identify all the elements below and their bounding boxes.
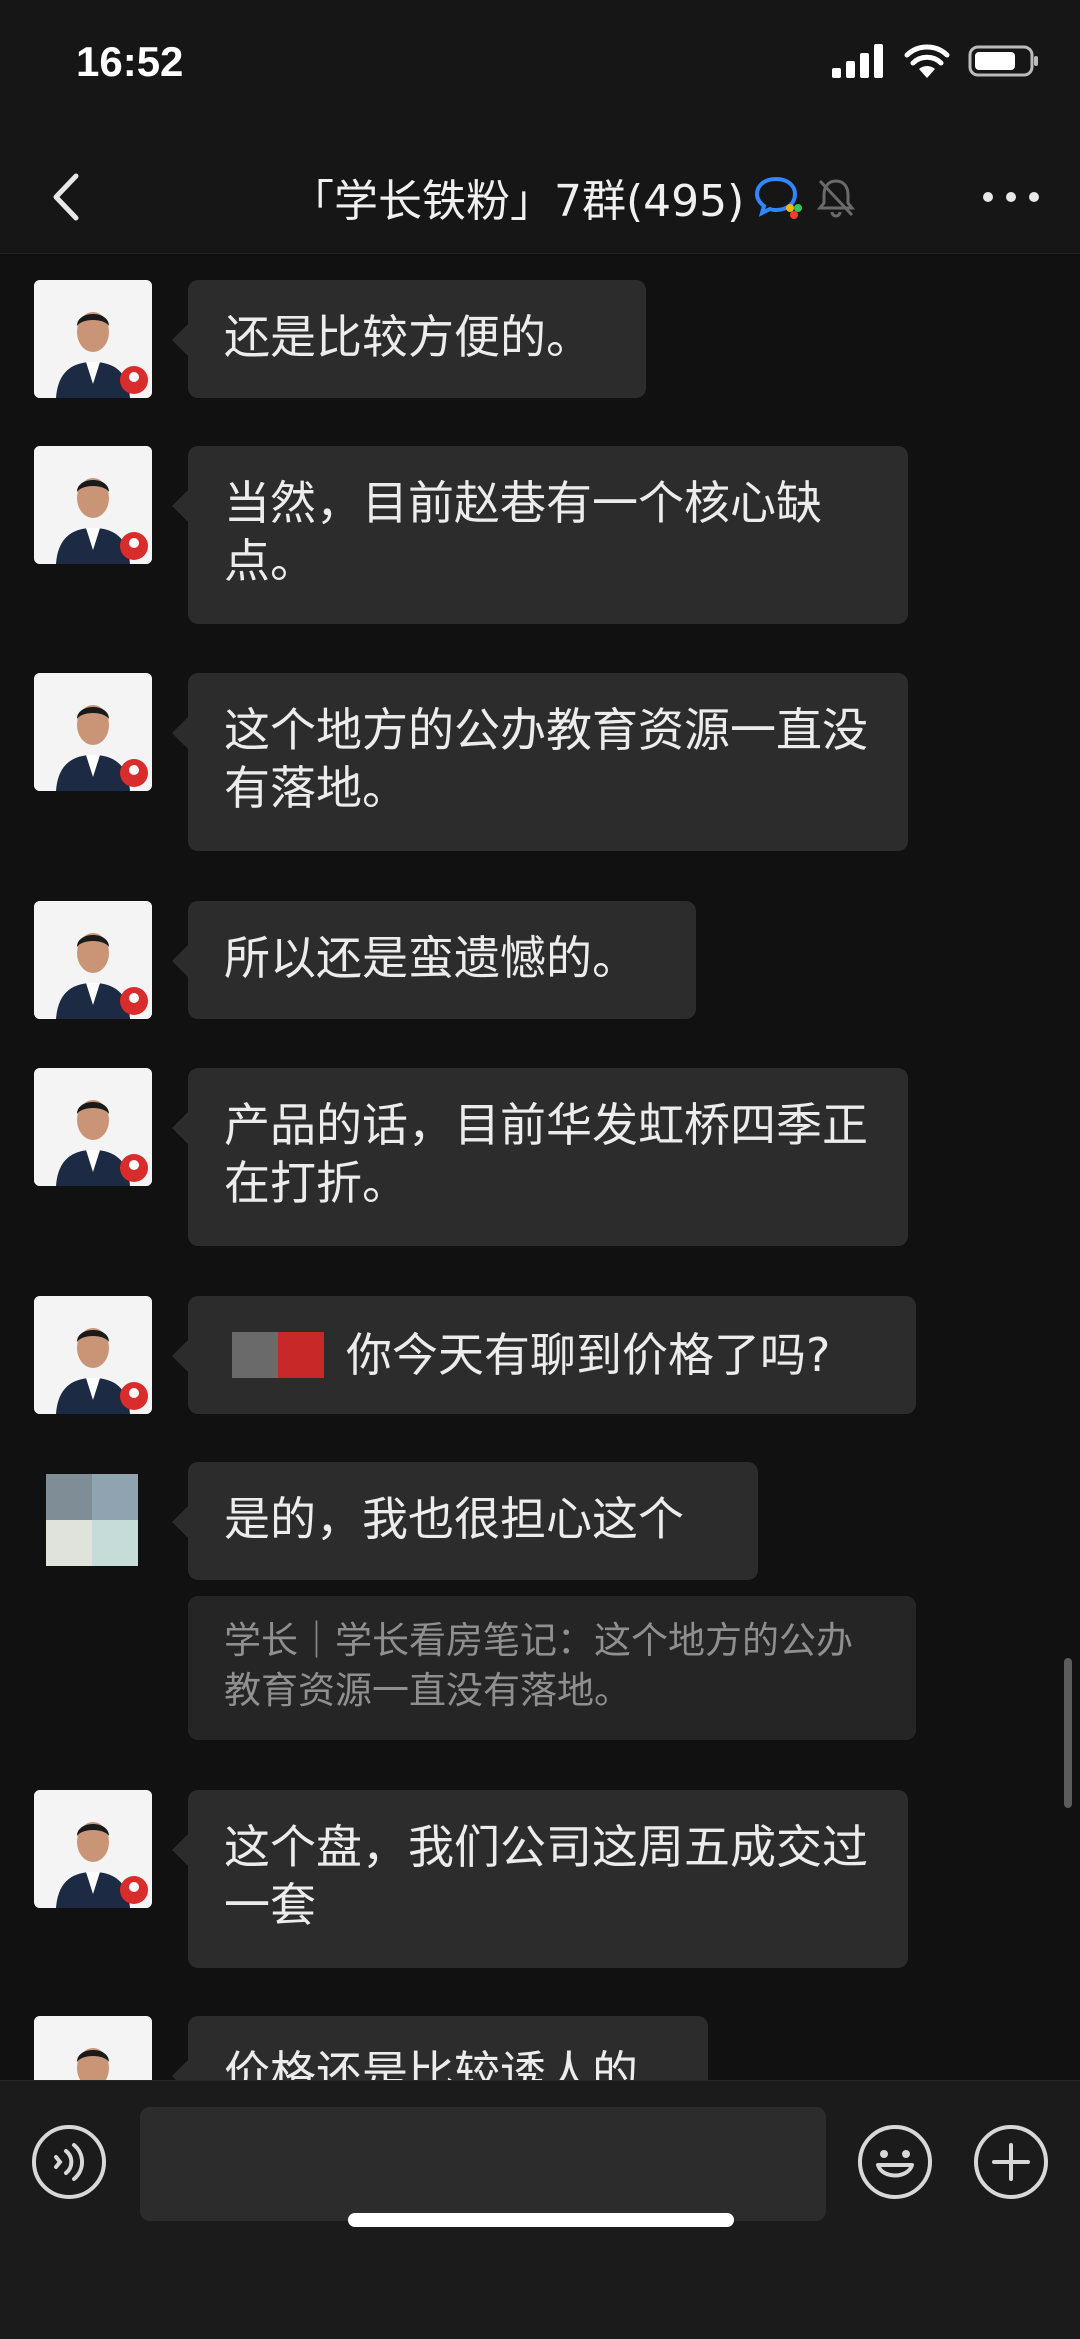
avatar[interactable] (34, 1462, 152, 1580)
scroll-indicator[interactable] (1064, 1658, 1072, 1808)
message-bubble[interactable]: 产品的话，目前华发虹桥四季正在打折。 (172, 1068, 908, 1246)
message-bubble[interactable]: 这个盘，我们公司这周五成交过一套 (172, 1790, 908, 1968)
message-text: 价格还是比较诱人的 (224, 2046, 638, 2080)
chat-header: 「学长铁粉」7群(495) (0, 140, 1080, 254)
mute-bell-icon (817, 179, 856, 218)
emoji-icon[interactable] (856, 2123, 934, 2201)
avatar[interactable] (34, 1068, 152, 1186)
chat-title: 「学长铁粉」7群(495) (290, 176, 745, 227)
plus-icon[interactable] (972, 2123, 1050, 2201)
avatar[interactable] (34, 2016, 152, 2080)
redacted-mention (232, 1332, 324, 1378)
more-options-icon[interactable] (976, 164, 1046, 230)
avatar[interactable] (34, 901, 152, 1019)
message-bubble[interactable]: 是的，我也很担心这个 (172, 1462, 758, 1580)
message-text: 这个盘，我们公司这周五成交过一套 (224, 1820, 868, 1932)
voice-input-icon[interactable] (30, 2123, 108, 2201)
avatar[interactable] (34, 280, 152, 398)
avatar[interactable] (34, 446, 152, 564)
status-icons (832, 44, 1040, 78)
home-indicator (348, 2213, 734, 2227)
message-text: 这个地方的公办教育资源一直没有落地。 (224, 703, 868, 815)
message-text: 产品的话，目前华发虹桥四季正在打折。 (224, 1098, 868, 1210)
message-input[interactable] (140, 2107, 826, 2221)
message-bubble[interactable]: 价格还是比较诱人的 (172, 2016, 708, 2080)
message-bubble[interactable]: 还是比较方便的。 (172, 280, 646, 398)
message-text: 是的，我也很担心这个 (224, 1492, 684, 1546)
status-time: 16:52 (76, 38, 184, 85)
message-bubble[interactable]: 当然，目前赵巷有一个核心缺点。 (172, 446, 908, 624)
input-bar (0, 2080, 1080, 2339)
battery-icon (968, 45, 1038, 77)
avatar[interactable] (34, 1296, 152, 1414)
chat-title-group[interactable]: 「学长铁粉」7群(495) (290, 164, 858, 230)
quoted-message[interactable]: 学长｜学长看房笔记：这个地方的公办教育资源一直没有落地。 (188, 1596, 916, 1740)
message-text: 当然，目前赵巷有一个核心缺点。 (224, 476, 822, 588)
message-bubble[interactable]: 你今天有聊到价格了吗? (172, 1296, 916, 1414)
message-text: 所以还是蛮遗憾的。 (224, 931, 638, 985)
message-text: 还是比较方便的。 (224, 310, 592, 364)
avatar[interactable] (34, 1790, 152, 1908)
message-text: 你今天有聊到价格了吗? (346, 1328, 831, 1382)
enterprise-chat-icon (755, 176, 803, 219)
wifi-icon (904, 44, 950, 78)
back-arrow-icon[interactable] (40, 164, 100, 230)
message-bubble[interactable]: 所以还是蛮遗憾的。 (172, 901, 696, 1019)
quoted-text: 学长｜学长看房笔记：这个地方的公办教育资源一直没有落地。 (224, 1619, 853, 1712)
status-bar: 16:52 (0, 0, 1080, 140)
avatar[interactable] (34, 673, 152, 791)
message-list[interactable]: 还是比较方便的。 当然，目前赵巷有一个核心缺点。 这个地方的公办教育资源一直没有… (0, 254, 1080, 2080)
message-bubble[interactable]: 这个地方的公办教育资源一直没有落地。 (172, 673, 908, 851)
cellular-signal-icon (832, 44, 883, 78)
